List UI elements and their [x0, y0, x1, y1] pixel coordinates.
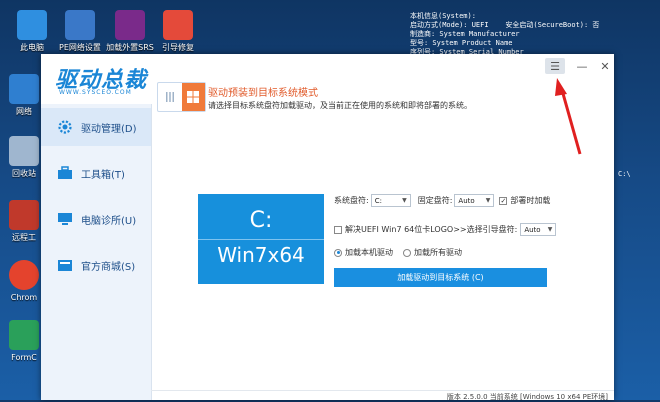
sysinfo-line: 制造商: System Manufacturer [410, 30, 520, 38]
load-all-label: 加载所有驱动 [414, 248, 462, 257]
monitor-icon [58, 213, 72, 225]
load-driver-label: 加载驱动到目标系统 (C) [397, 273, 484, 282]
drive-row: 系统盘符: C: ▼ 固定盘符: Auto ▼ ✓ 部署时加载 [334, 194, 550, 207]
gear-icon [58, 120, 72, 134]
network-icon [9, 74, 39, 104]
desktop-icon-label: 网络 [16, 107, 32, 116]
nav-label: 官方商城(S) [81, 261, 136, 273]
chrome-desktop-icon[interactable]: Chrom [4, 260, 44, 303]
nav-label: 工具箱(T) [81, 169, 125, 181]
deploy-load-label: 部署时加载 [510, 196, 551, 205]
close-icon: ✕ [600, 59, 610, 73]
load-all-radio[interactable] [403, 248, 411, 257]
target-os-tile[interactable]: C: Win7x64 [198, 194, 324, 284]
sysinfo-line: 启动方式(Mode): UEFI 安全启动(SecureBoot): 否 [410, 21, 600, 29]
sysinfo-line: 本机信息(System): [410, 12, 476, 20]
logo: 驱动总裁 WWW.SYSCEO.COM [41, 54, 151, 104]
chevron-down-icon: ▼ [485, 197, 491, 204]
remote-tool-desktop-icon[interactable]: 远程工 [4, 200, 44, 243]
desktop-icon-label: 引导修复 [162, 43, 194, 52]
load-local-label: 加载本机驱动 [345, 248, 393, 257]
os-drive-letter: C: [249, 208, 273, 233]
computer-icon [17, 10, 47, 40]
nav-toolbox[interactable]: 工具箱(T) [41, 154, 151, 192]
mode-title: 驱动预装到目标系统模式 [208, 88, 318, 99]
desktop-icon-label: 回收站 [12, 169, 36, 178]
pe-network-desktop-icon[interactable]: PE网络设置 [52, 10, 108, 53]
usb-icon [115, 10, 145, 40]
system-info: 本机信息(System): 启动方式(Mode): UEFI 安全启动(Secur… [410, 12, 599, 57]
uefi-fix-label: 解决UEFI Win7 64位卡LOGO>>选择引导盘符: [345, 225, 518, 234]
menu-button[interactable]: ☰ [545, 58, 565, 74]
desktop-icon-label: 加载外置SRS [106, 43, 154, 52]
store-icon [58, 260, 72, 271]
drive-label: C:\ [618, 170, 631, 178]
fixed-drive-value: Auto [458, 196, 475, 205]
desktop-icon-label: PE网络设置 [59, 43, 101, 52]
network-desktop-icon[interactable]: 网络 [4, 74, 44, 117]
nav-label: 驱动管理(D) [81, 123, 137, 135]
toolbox-icon [58, 166, 72, 179]
desktop-icon-label: 此电脑 [20, 43, 44, 52]
minimize-button[interactable]: — [572, 58, 592, 74]
sysinfo-line: 型号: System Product Name [410, 39, 513, 47]
desktop-icon-label: FormC [11, 353, 37, 362]
boot-drive-select[interactable]: Auto ▼ [520, 223, 557, 236]
mode-description: 请选择目标系统盘符加载驱动，及当前正在使用的系统和即将部署的系统。 [208, 101, 472, 110]
status-bar: 版本 2.5.0.0 当前系统 [Windows 10 x64 PE环境] [151, 390, 614, 401]
minimize-icon: — [576, 59, 588, 73]
radio-row: 加载本机驱动 加载所有驱动 [334, 247, 462, 258]
formc-desktop-icon[interactable]: FormC [4, 320, 44, 363]
fixed-drive-select[interactable]: Auto ▼ [454, 194, 495, 207]
sidebar: 驱动总裁 WWW.SYSCEO.COM 驱动管理(D) 工具箱(T) 电脑诊所(… [41, 54, 152, 400]
nav-label: 电脑诊所(U) [81, 215, 137, 227]
load-local-radio[interactable] [334, 248, 342, 257]
load-driver-button[interactable]: 加载驱动到目标系统 (C) [334, 268, 547, 287]
uefi-fix-checkbox[interactable] [334, 225, 342, 234]
tile-divider [198, 239, 324, 240]
system-drive-label: 系统盘符: [334, 196, 369, 205]
system-drive-select[interactable]: C: ▼ [370, 194, 411, 207]
list-icon [158, 83, 182, 111]
deploy-load-checkbox[interactable]: ✓ [499, 196, 508, 205]
desktop-icon-label: Chrom [10, 293, 38, 302]
chrome-icon [9, 260, 39, 290]
boot-repair-desktop-icon[interactable]: 引导修复 [150, 10, 206, 53]
menu-icon: ☰ [550, 59, 560, 73]
recycle-bin-icon [9, 136, 39, 166]
uefi-row: 解决UEFI Win7 64位卡LOGO>>选择引导盘符: Auto ▼ [334, 223, 557, 236]
repair-kit-icon [163, 10, 193, 40]
driver-app-window: 驱动总裁 WWW.SYSCEO.COM 驱动管理(D) 工具箱(T) 电脑诊所(… [41, 54, 615, 401]
desktop-icon-label: 远程工 [12, 233, 36, 242]
title-bar: 驱动预装到目标系统模式 请选择目标系统盘符加载驱动，及当前正在使用的系统和即将部… [151, 54, 615, 112]
main-content: C: Win7x64 系统盘符: C: ▼ 固定盘符: Auto ▼ ✓ 部署时加载… [151, 116, 614, 390]
nav-pc-clinic[interactable]: 电脑诊所(U) [41, 200, 151, 238]
remote-tool-icon [9, 200, 39, 230]
system-drive-value: C: [374, 196, 382, 205]
logo-subtitle: WWW.SYSCEO.COM [59, 89, 132, 96]
network-grid-icon [65, 10, 95, 40]
mode-switch[interactable] [157, 82, 206, 112]
recycle-bin-desktop-icon[interactable]: 回收站 [4, 136, 44, 179]
chevron-down-icon: ▼ [402, 197, 407, 204]
nav-driver-management[interactable]: 驱动管理(D) [41, 108, 151, 146]
boot-drive-value: Auto [524, 225, 541, 234]
close-button[interactable]: ✕ [595, 58, 615, 74]
status-text: 版本 2.5.0.0 当前系统 [Windows 10 x64 PE环境] [446, 393, 608, 401]
nav-official-store[interactable]: 官方商城(S) [41, 246, 151, 284]
chevron-down-icon: ▼ [547, 226, 553, 233]
fixed-drive-label: 固定盘符: [417, 196, 453, 205]
format-icon [9, 320, 39, 350]
os-name: Win7x64 [217, 243, 305, 267]
windows-icon [181, 83, 205, 111]
